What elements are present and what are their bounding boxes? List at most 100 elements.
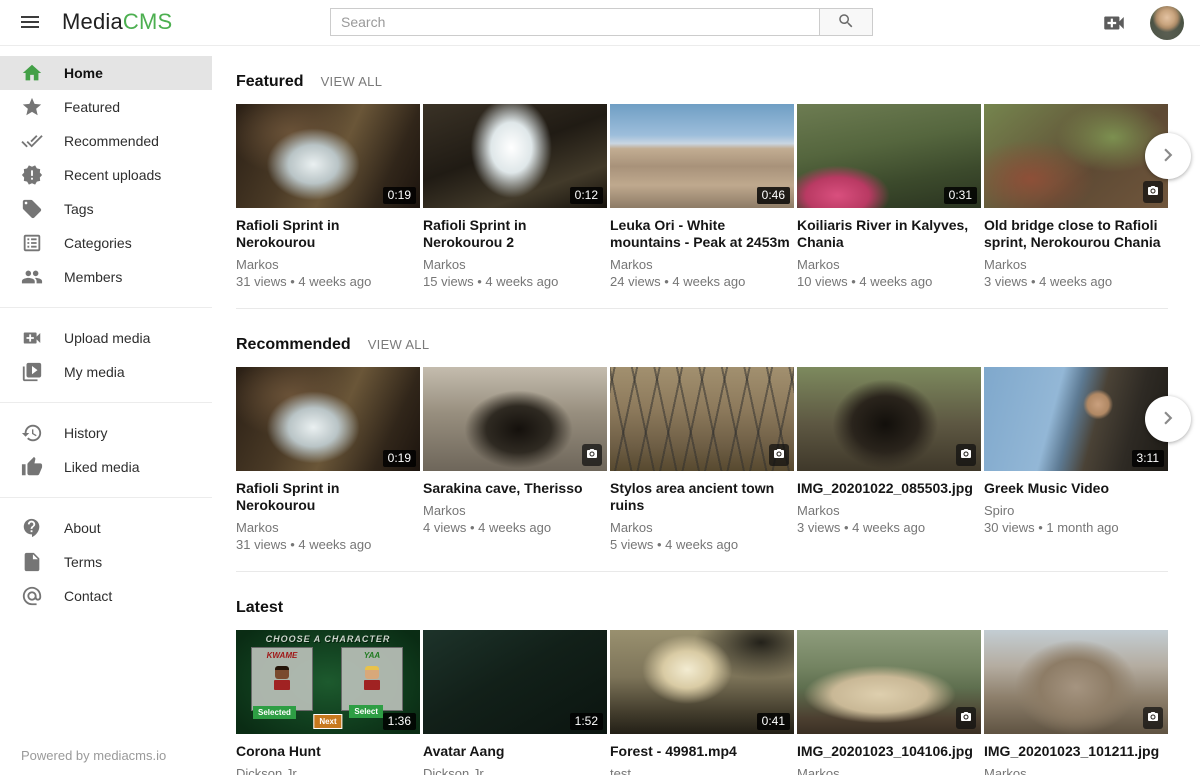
media-row: 0:19Rafioli Sprint in NerokourouMarkos31… [236, 367, 1168, 552]
sidebar-item-my-media[interactable]: My media [0, 355, 212, 389]
section-header: Recommended VIEW ALL [236, 336, 1168, 354]
carousel-next-button[interactable] [1145, 396, 1191, 442]
media-card: 0:46 Leuka Ori - White mountains - Peak a… [610, 104, 794, 289]
media-thumbnail[interactable]: 0:31 [797, 104, 981, 208]
media-title[interactable]: Leuka Ori - White mountains - Peak at 24… [610, 217, 794, 251]
media-meta: 10 views • 4 weeks ago [797, 274, 981, 289]
carousel-next-button[interactable] [1145, 133, 1191, 179]
section-header: Featured VIEW ALL [236, 73, 1168, 91]
search-input[interactable] [330, 8, 820, 36]
sidebar-item-home[interactable]: Home [0, 56, 212, 90]
media-meta: 31 views • 4 weeks ago [236, 537, 420, 552]
media-author[interactable]: Markos [610, 520, 794, 535]
media-author[interactable]: Markos [797, 503, 981, 518]
media-thumbnail[interactable]: 0:46 [610, 104, 794, 208]
logo-text-media: Media [62, 9, 123, 34]
media-title[interactable]: Rafioli Sprint in Nerokourou [236, 480, 420, 514]
video-library-icon [21, 361, 43, 383]
sidebar-group: HistoryLiked media [0, 402, 212, 490]
section-header: Latest [236, 599, 1168, 617]
media-card-text: Greek Music VideoSpiro30 views • 1 month… [984, 480, 1168, 550]
sidebar-item-about[interactable]: About [0, 511, 212, 545]
media-card-text: Leuka Ori - White mountains - Peak at 24… [610, 217, 794, 289]
media-title[interactable]: Sarakina cave, Therisso [423, 480, 607, 497]
media-title[interactable]: Rafioli Sprint in Nerokourou [236, 217, 420, 251]
media-author[interactable]: Markos [610, 257, 794, 272]
media-author[interactable]: Markos [423, 257, 607, 272]
sidebar-item-tags[interactable]: Tags [0, 192, 212, 226]
media-author[interactable]: Spiro [984, 503, 1168, 518]
media-thumbnail[interactable] [797, 630, 981, 734]
media-thumbnail[interactable] [423, 367, 607, 471]
media-thumbnail[interactable] [984, 104, 1168, 208]
media-card: CHOOSE A CHARACTERKWAMEYAASelectedSelect… [236, 630, 420, 775]
media-title[interactable]: Corona Hunt [236, 743, 420, 760]
menu-button[interactable] [16, 10, 44, 36]
media-thumbnail[interactable]: 0:41 [610, 630, 794, 734]
avatar[interactable] [1150, 6, 1184, 40]
help-icon [21, 517, 43, 539]
game-next-button: Next [313, 714, 342, 729]
media-title[interactable]: Stylos area ancient town ruins [610, 480, 794, 514]
media-title[interactable]: Avatar Aang [423, 743, 607, 760]
game-character-name: YAA [342, 651, 402, 660]
view-all-link[interactable]: VIEW ALL [368, 337, 430, 352]
media-meta: 24 views • 4 weeks ago [610, 274, 794, 289]
media-title[interactable]: Greek Music Video [984, 480, 1168, 497]
media-author[interactable]: Markos [236, 520, 420, 535]
search-bar [330, 8, 873, 36]
media-thumbnail[interactable]: 0:19 [236, 367, 420, 471]
section-title: Recommended [236, 336, 351, 354]
media-title[interactable]: IMG_20201023_104106.jpg [797, 743, 981, 760]
sidebar-item-featured[interactable]: Featured [0, 90, 212, 124]
media-author[interactable]: Markos [236, 257, 420, 272]
powered-by-link[interactable]: Powered by mediacms.io [21, 748, 166, 763]
media-title[interactable]: IMG_20201023_101211.jpg [984, 743, 1168, 760]
sidebar-item-recommended[interactable]: Recommended [0, 124, 212, 158]
sidebar-item-recent-uploads[interactable]: Recent uploads [0, 158, 212, 192]
sidebar-item-members[interactable]: Members [0, 260, 212, 294]
media-author[interactable]: Markos [423, 503, 607, 518]
media-thumbnail[interactable] [610, 367, 794, 471]
media-card-text: Rafioli Sprint in NerokourouMarkos31 vie… [236, 217, 420, 289]
media-thumbnail[interactable]: 1:52 [423, 630, 607, 734]
media-title[interactable]: Koiliaris River in Kalyves, Chania [797, 217, 981, 251]
media-card-text: Rafioli Sprint in Nerokourou Markos 31 vie… [236, 480, 420, 552]
media-author[interactable]: Markos [797, 766, 981, 775]
media-card: Sarakina cave, TherissoMarkos4 views • 4… [423, 367, 607, 552]
media-title[interactable]: Old bridge close to Rafioli sprint, Nero… [984, 217, 1168, 251]
sidebar-item-categories[interactable]: Categories [0, 226, 212, 260]
media-card: IMG_20201023_104106.jpgMarkos4 views • 4… [797, 630, 981, 775]
media-title[interactable]: Rafioli Sprint in Nerokourou 2 [423, 217, 607, 251]
media-thumbnail[interactable]: CHOOSE A CHARACTERKWAMEYAASelectedSelect… [236, 630, 420, 734]
media-author[interactable]: test [610, 766, 794, 775]
media-thumbnail[interactable]: 3:11 [984, 367, 1168, 471]
sidebar-item-history[interactable]: History [0, 416, 212, 450]
sidebar-item-liked-media[interactable]: Liked media [0, 450, 212, 484]
media-title[interactable]: IMG_20201022_085503.jpg [797, 480, 981, 497]
media-author[interactable]: Dickson Jr. [423, 766, 607, 775]
media-author[interactable]: Markos [797, 257, 981, 272]
section-featured: FeaturedVIEW ALL0:19Rafioli Sprint in Ne… [236, 73, 1168, 309]
section-title: Featured [236, 73, 304, 91]
media-card: 0:19Rafioli Sprint in NerokourouMarkos31… [236, 104, 420, 289]
view-all-link[interactable]: VIEW ALL [321, 74, 383, 89]
new-releases-icon [21, 164, 43, 186]
media-card-text: Stylos area ancient town ruinsMarkos5 vi… [610, 480, 794, 552]
media-thumbnail[interactable] [984, 630, 1168, 734]
sidebar-item-contact[interactable]: Contact [0, 579, 212, 613]
media-author[interactable]: Markos [984, 766, 1168, 775]
media-author[interactable]: Markos [984, 257, 1168, 272]
upload-media-button[interactable] [1100, 10, 1128, 36]
duration-badge: 1:36 [383, 713, 416, 730]
media-thumbnail[interactable]: 0:19 [236, 104, 420, 208]
sidebar-item-terms[interactable]: Terms [0, 545, 212, 579]
search-button[interactable] [819, 8, 873, 36]
media-title[interactable]: Forest - 49981.mp4 [610, 743, 794, 760]
media-card-text: IMG_20201022_085503.jpgMarkos3 views • 4… [797, 480, 981, 550]
logo[interactable]: MediaCMS [62, 9, 172, 35]
media-thumbnail[interactable]: 0:12 [423, 104, 607, 208]
media-thumbnail[interactable] [797, 367, 981, 471]
media-author[interactable]: Dickson Jr. [236, 766, 420, 775]
sidebar-item-upload-media[interactable]: Upload media [0, 321, 212, 355]
